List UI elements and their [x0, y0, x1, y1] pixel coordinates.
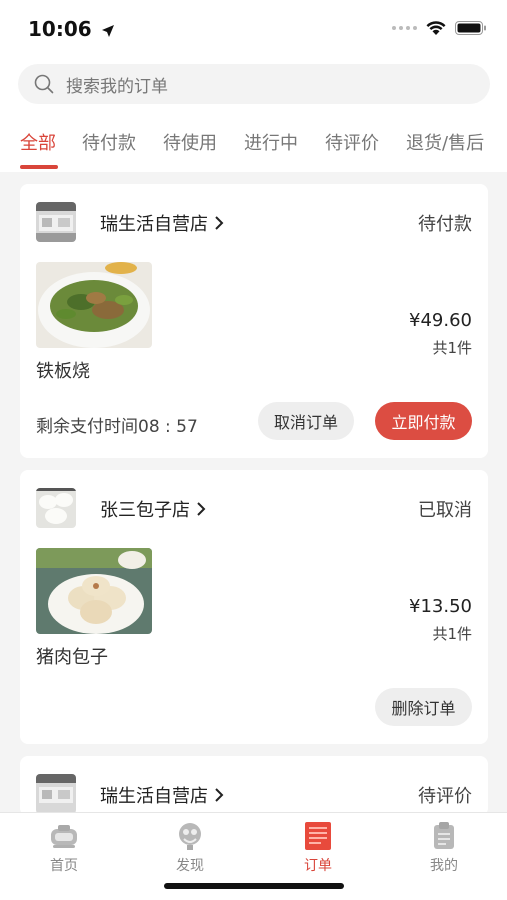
active-tab-indicator: [20, 165, 58, 169]
order-price: ¥49.60: [409, 310, 472, 331]
nav-label: 首页: [50, 858, 78, 874]
store-logo: [36, 774, 76, 814]
nav-label: 发现: [176, 858, 204, 874]
clock-text: 10:06: [28, 17, 92, 41]
tab-pending-payment[interactable]: 待付款: [82, 129, 136, 155]
delete-order-button[interactable]: 删除订单: [375, 688, 472, 726]
profile-icon: [434, 822, 454, 849]
cancel-order-button[interactable]: 取消订单: [258, 402, 354, 440]
location-arrow-icon: [101, 24, 114, 37]
order-card[interactable]: 瑞生活自营店 待评价: [20, 756, 488, 816]
store-logo: [36, 488, 76, 528]
search-bar: 搜索我的订单: [0, 56, 507, 112]
store-name-link[interactable]: 瑞生活自营店: [100, 782, 224, 808]
wifi-icon: [426, 21, 446, 35]
chevron-right-icon: [197, 502, 206, 516]
status-icons: [392, 20, 487, 36]
tab-in-progress[interactable]: 进行中: [244, 129, 298, 155]
chevron-right-icon: [215, 216, 224, 230]
nav-discover[interactable]: 发现: [155, 821, 225, 875]
chevron-right-icon: [215, 788, 224, 802]
pay-now-button[interactable]: 立即付款: [375, 402, 472, 440]
cellular-signal-icon: [392, 26, 417, 30]
store-name: 瑞生活自营店: [100, 214, 208, 235]
store-name: 张三包子店: [100, 500, 190, 521]
food-image[interactable]: [36, 262, 152, 348]
order-tabs: 全部 待付款 待使用 进行中 待评价 退货/售后: [0, 112, 507, 172]
tab-all[interactable]: 全部: [20, 129, 56, 155]
item-count: 共1件: [432, 625, 472, 643]
store-name-link[interactable]: 瑞生活自营店: [100, 210, 224, 236]
tab-to-review[interactable]: 待评价: [325, 129, 379, 155]
order-status: 已取消: [418, 500, 472, 521]
order-price: ¥13.50: [409, 596, 472, 617]
store-logo: [36, 202, 76, 242]
home-indicator: [164, 883, 344, 889]
food-name: 铁板烧: [36, 361, 90, 382]
search-icon: [34, 74, 54, 94]
home-icon: [51, 825, 77, 848]
battery-icon: [455, 21, 486, 35]
discover-icon: [179, 823, 201, 850]
payment-countdown: 剩余支付时间08 : 57: [36, 417, 198, 437]
order-card[interactable]: 瑞生活自营店 待付款 铁板烧 ¥49.60 共1件 剩余支付时间08 : 57 …: [20, 184, 488, 458]
order-status: 待评价: [418, 786, 472, 807]
tab-to-use[interactable]: 待使用: [163, 129, 217, 155]
store-name-link[interactable]: 张三包子店: [100, 496, 206, 522]
nav-home[interactable]: 首页: [29, 821, 99, 875]
item-count: 共1件: [432, 339, 472, 357]
search-input[interactable]: 搜索我的订单: [18, 64, 490, 104]
store-name: 瑞生活自营店: [100, 786, 208, 807]
nav-orders[interactable]: 订单: [283, 821, 353, 875]
nav-label: 订单: [304, 858, 332, 874]
order-card[interactable]: 张三包子店 已取消 猪肉包子 ¥13.50 共1件 删除订单: [20, 470, 488, 744]
order-status: 待付款: [418, 214, 472, 235]
tab-returns[interactable]: 退货/售后: [406, 129, 484, 155]
status-bar: 10:06: [0, 0, 507, 56]
food-image[interactable]: [36, 548, 152, 634]
status-time: 10:06: [28, 17, 115, 41]
orders-icon: [305, 822, 331, 850]
nav-profile[interactable]: 我的: [409, 821, 479, 875]
food-name: 猪肉包子: [36, 647, 108, 668]
nav-label: 我的: [430, 858, 458, 874]
search-placeholder: 搜索我的订单: [66, 76, 168, 97]
